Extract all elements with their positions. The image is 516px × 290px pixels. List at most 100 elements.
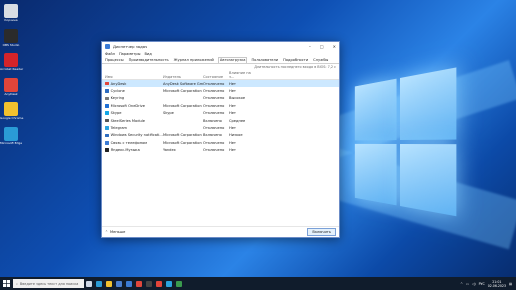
desktop-icon-label: Acrobat Reader bbox=[0, 67, 24, 71]
cell-publisher: AnyDesk Software GmbH bbox=[163, 81, 203, 86]
tab-app-history[interactable]: Журнал приложений bbox=[173, 58, 215, 63]
table-row[interactable]: SteelSeries Module Включено Среднее bbox=[102, 117, 339, 124]
taskbar-app-anydesk[interactable] bbox=[154, 277, 164, 290]
taskbar-app-explorer[interactable] bbox=[104, 277, 114, 290]
desktop-icon[interactable]: Google Chrome bbox=[0, 102, 23, 121]
taskbar-app-obs[interactable] bbox=[144, 277, 154, 290]
cell-name: Яндекс.Музыка bbox=[105, 148, 163, 152]
tab-startup[interactable]: Автозагрузка bbox=[217, 57, 248, 63]
table-row[interactable]: Telegram Отключено Нет bbox=[102, 124, 339, 131]
cell-impact: Низкое bbox=[229, 133, 243, 138]
windows-start-icon bbox=[2, 280, 10, 287]
cell-impact: Нет bbox=[229, 126, 237, 131]
cell-name: SteelSeries Module bbox=[105, 119, 163, 123]
cell-impact: Нет bbox=[229, 89, 237, 94]
taskbar-app-task-manager[interactable] bbox=[174, 277, 184, 290]
app-icon bbox=[105, 111, 109, 116]
taskbar-app-telegram[interactable] bbox=[164, 277, 174, 290]
chevron-up-icon[interactable]: ^ bbox=[460, 282, 463, 286]
desktop-icon[interactable]: OBS Studio bbox=[0, 28, 22, 48]
cell-publisher: Microsoft Corporation bbox=[163, 103, 202, 108]
taskbar-app-mail[interactable] bbox=[124, 277, 134, 290]
app-name: AnyDesk bbox=[110, 81, 127, 86]
desktop-icon[interactable]: Корзина bbox=[0, 4, 22, 23]
cell-publisher: Microsoft Corporation bbox=[163, 89, 202, 94]
app-name: Keyring bbox=[110, 96, 125, 101]
clock[interactable]: 21:01 02.06.2023 bbox=[488, 280, 506, 288]
cell-status: Отключено bbox=[203, 89, 225, 94]
app-icon bbox=[105, 141, 109, 145]
cell-status: Включено bbox=[203, 118, 222, 123]
column-name[interactable]: Имя bbox=[105, 75, 163, 79]
app-icon bbox=[105, 81, 109, 86]
volume-icon[interactable]: ◁) bbox=[472, 282, 476, 286]
language-indicator[interactable]: РУС bbox=[479, 282, 485, 286]
close-icon[interactable]: ✕ bbox=[333, 44, 336, 49]
column-impact[interactable]: Влияние на з... bbox=[229, 71, 255, 79]
desktop-icon-label: OBS Studio bbox=[2, 42, 20, 47]
title-bar[interactable]: Диспетчер задач – □ ✕ bbox=[102, 42, 339, 51]
table-row[interactable]: AnyDesk AnyDesk Software GmbHОтключено Нет bbox=[102, 80, 339, 88]
mail-icon bbox=[126, 280, 132, 287]
maximize-icon[interactable]: □ bbox=[320, 44, 324, 49]
column-publisher[interactable]: Издатель bbox=[163, 75, 203, 79]
cell-impact: Нет bbox=[229, 81, 237, 86]
app-name: Связь с телефоном bbox=[110, 140, 148, 145]
task-view-icon bbox=[86, 280, 92, 287]
table-row[interactable]: Cyclone Microsoft Corporation Отключено Нет bbox=[102, 87, 339, 94]
cell-name: Windows Security notificati... bbox=[105, 133, 163, 137]
app-icon bbox=[105, 96, 109, 101]
menu-options[interactable]: Параметры bbox=[119, 52, 141, 56]
app-icon bbox=[4, 102, 18, 116]
tab-processes[interactable]: Процессы bbox=[104, 58, 125, 63]
table-row[interactable]: Microsoft OneDrive Microsoft Corporation О… bbox=[102, 102, 339, 109]
taskbar-app-edge[interactable] bbox=[94, 277, 104, 290]
app-icon bbox=[105, 148, 109, 152]
table-row[interactable]: Skype Skype Отключено Нет bbox=[102, 110, 339, 117]
tab-performance[interactable]: Производительность bbox=[128, 58, 170, 63]
edge-icon bbox=[96, 280, 102, 287]
tab-users[interactable]: Пользователи bbox=[250, 58, 279, 63]
cell-name: AnyDesk bbox=[105, 82, 163, 86]
chrome-icon bbox=[136, 280, 142, 287]
cell-name: Telegram bbox=[105, 126, 163, 130]
taskbar-search[interactable]: ⌕ Введите здесь текст для поиска bbox=[13, 279, 84, 288]
cell-status: Отключено bbox=[203, 111, 225, 116]
task-manager-window: Диспетчер задач – □ ✕ Файл Параметры Вид… bbox=[101, 41, 340, 238]
cell-status: Отключено bbox=[203, 103, 225, 108]
start-button[interactable] bbox=[0, 277, 12, 290]
table-row[interactable]: Keyring Отключено Высокое bbox=[102, 95, 339, 102]
less-details-toggle[interactable]: ⌃ Меньше bbox=[105, 230, 125, 234]
menu-file[interactable]: Файл bbox=[105, 52, 115, 56]
desktop-icon[interactable]: Microsoft Edge bbox=[0, 126, 22, 146]
cell-impact: Нет bbox=[229, 148, 237, 153]
explorer-icon bbox=[106, 280, 112, 287]
cell-publisher: Yandex bbox=[163, 148, 176, 153]
notifications-icon[interactable]: ▤ bbox=[509, 282, 512, 286]
desktop-icon-label: Корзина bbox=[4, 18, 18, 22]
taskbar-app-store[interactable] bbox=[114, 277, 124, 290]
desktop-icon[interactable]: AnyDesk bbox=[0, 77, 22, 97]
taskbar: ⌕ Введите здесь текст для поиска ^ ▭ ◁) … bbox=[0, 277, 516, 290]
cell-status: Включено bbox=[203, 133, 222, 138]
menu-view[interactable]: Вид bbox=[144, 52, 151, 56]
column-status[interactable]: Состояние bbox=[203, 75, 229, 79]
cell-publisher: Skype bbox=[163, 111, 174, 116]
enable-button[interactable]: Включить bbox=[307, 228, 336, 236]
cell-status: Отключено bbox=[203, 148, 225, 153]
minimize-icon[interactable]: – bbox=[309, 44, 311, 49]
table-row[interactable]: Яндекс.Музыка Yandex Отключено Нет bbox=[102, 147, 339, 154]
tab-details[interactable]: Подробности bbox=[282, 58, 309, 63]
taskbar-app-task-view[interactable] bbox=[84, 277, 94, 290]
app-icon bbox=[4, 53, 18, 67]
app-icon bbox=[4, 126, 18, 141]
task-manager-icon bbox=[105, 44, 110, 49]
chevron-up-icon: ⌃ bbox=[105, 230, 109, 234]
table-row[interactable]: Windows Security notificati... Microsoft … bbox=[102, 132, 339, 139]
network-icon[interactable]: ▭ bbox=[466, 282, 469, 286]
cell-status: Отключено bbox=[203, 81, 225, 86]
desktop-icon[interactable]: Acrobat Reader bbox=[0, 53, 24, 72]
table-row[interactable]: Связь с телефоном Microsoft Corporation От… bbox=[102, 139, 339, 146]
taskbar-app-chrome[interactable] bbox=[134, 277, 144, 290]
tab-services[interactable]: Службы bbox=[312, 58, 329, 63]
